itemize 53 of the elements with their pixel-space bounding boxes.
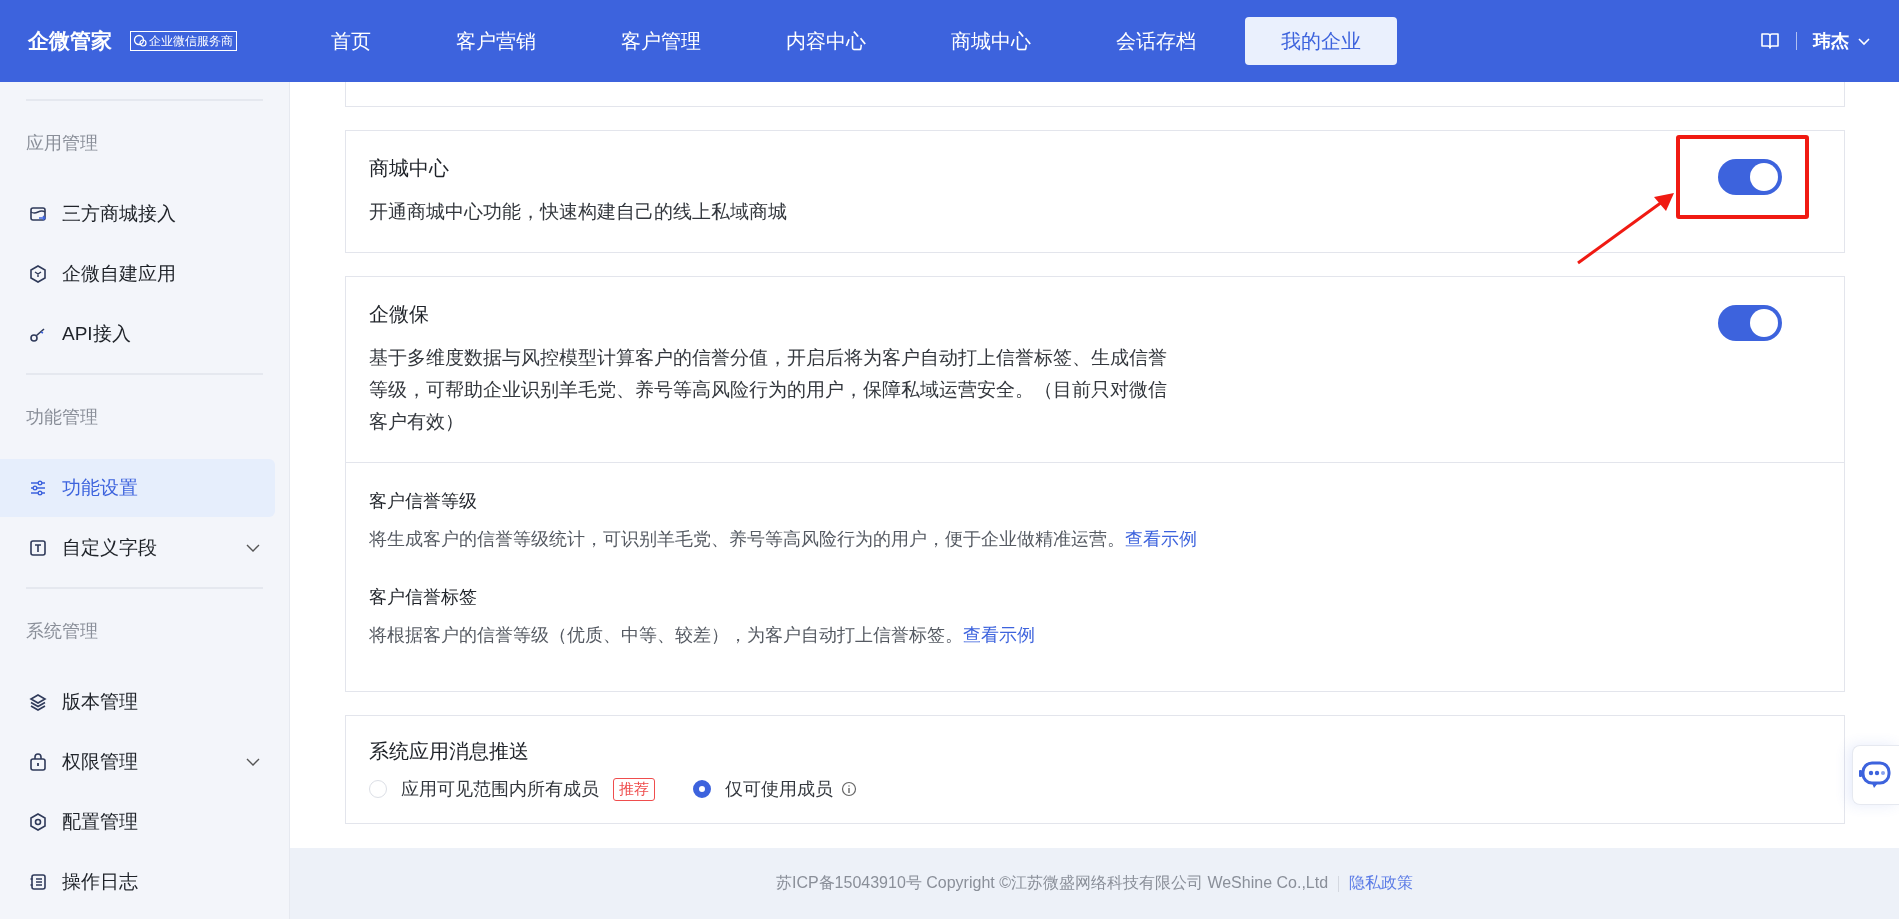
sidebar-item[interactable]: 自定义字段 — [0, 519, 275, 577]
sidebar-item-icon — [28, 204, 48, 224]
sidebar-item[interactable]: 操作日志 — [0, 853, 275, 911]
sidebar-group-title: 功能管理 — [25, 406, 99, 429]
radio-label[interactable]: 仅可使用成员 — [725, 777, 833, 801]
toggle-switch[interactable] — [1718, 305, 1782, 341]
nav-tab[interactable]: 商城中心 — [915, 17, 1067, 65]
book-icon[interactable] — [1760, 31, 1780, 51]
sidebar-item-icon — [28, 264, 48, 284]
example-link[interactable]: 查看示例 — [1125, 529, 1197, 549]
example-link[interactable]: 查看示例 — [963, 625, 1035, 645]
setting-description: 基于多维度数据与风控模型计算客户的信誉分值，开启后将为客户自动打上信誉标签、生成信誉等级，可帮助企业识别羊毛党、养号等高风险行为的用户，保障私域运营安全。（目前只对微信客户有效） — [369, 346, 1168, 434]
sidebar-item[interactable]: 版本管理 — [0, 673, 275, 731]
sidebar-group-title: 系统管理 — [25, 620, 99, 643]
toggle-switch[interactable] — [1718, 159, 1782, 195]
sub-setting-description: 将根据客户的信誉等级（优质、中等、较差），为客户自动打上信誉标签。查看示例 — [369, 624, 1036, 647]
sidebar-item[interactable]: 权限管理 — [0, 733, 275, 791]
info-icon[interactable] — [841, 781, 857, 797]
nav-tab[interactable]: 首页 — [295, 17, 407, 65]
chat-robot-button[interactable] — [1852, 745, 1899, 805]
provider-badge: 企业微信服务商 — [130, 31, 237, 51]
setting-description: 开通商城中心功能，快速构建自己的线上私域商城 — [369, 200, 788, 224]
sidebar-item-icon — [28, 812, 48, 832]
nav-tab[interactable]: 内容中心 — [750, 17, 902, 65]
setting-title: 企微保 — [369, 302, 430, 327]
setting-title: 系统应用消息推送 — [369, 739, 530, 764]
sidebar-item-icon — [28, 538, 48, 558]
sidebar-item-icon — [28, 752, 48, 772]
nav-tab[interactable]: 客户管理 — [585, 17, 737, 65]
sub-setting-title: 客户信誉等级 — [369, 490, 478, 513]
footer-copyright: 苏ICP备15043910号 Copyright ©江苏微盛网络科技有限公司 WeShine Co.,Ltd — [775, 873, 1329, 893]
sub-setting-description: 将生成客户的信誉等级统计，可识别羊毛党、养号等高风险行为的用户，便于企业做精准运营。查看示例 — [369, 528, 1198, 551]
nav-tab[interactable]: 会话存档 — [1080, 17, 1232, 65]
chat-bubble-icon — [1859, 760, 1893, 790]
sidebar-item[interactable]: API接入 — [0, 305, 275, 363]
sidebar-item[interactable]: 企微自建应用 — [0, 245, 275, 303]
sub-setting-title: 客户信誉标签 — [369, 586, 478, 609]
sidebar-item-icon — [28, 872, 48, 892]
user-menu[interactable]: 玮杰 — [1813, 29, 1871, 53]
setting-title: 商城中心 — [369, 156, 450, 181]
sidebar-group-title: 应用管理 — [25, 132, 99, 155]
app-logo: 企微管家 — [28, 28, 112, 54]
nav-tab[interactable]: 我的企业 — [1245, 17, 1397, 65]
sidebar-item[interactable]: 三方商城接入 — [0, 185, 275, 243]
sidebar-item-icon — [28, 478, 48, 498]
nav-tab[interactable]: 客户营销 — [420, 17, 572, 65]
sidebar-item[interactable]: 功能设置 — [0, 459, 275, 517]
recommend-tag: 推荐 — [613, 777, 655, 801]
sidebar-item-icon — [28, 692, 48, 712]
privacy-link[interactable]: 隐私政策 — [1349, 873, 1414, 894]
radio-button[interactable] — [693, 780, 711, 798]
sidebar-item[interactable]: 配置管理 — [0, 793, 275, 851]
radio-label[interactable]: 应用可见范围内所有成员 — [401, 777, 599, 801]
